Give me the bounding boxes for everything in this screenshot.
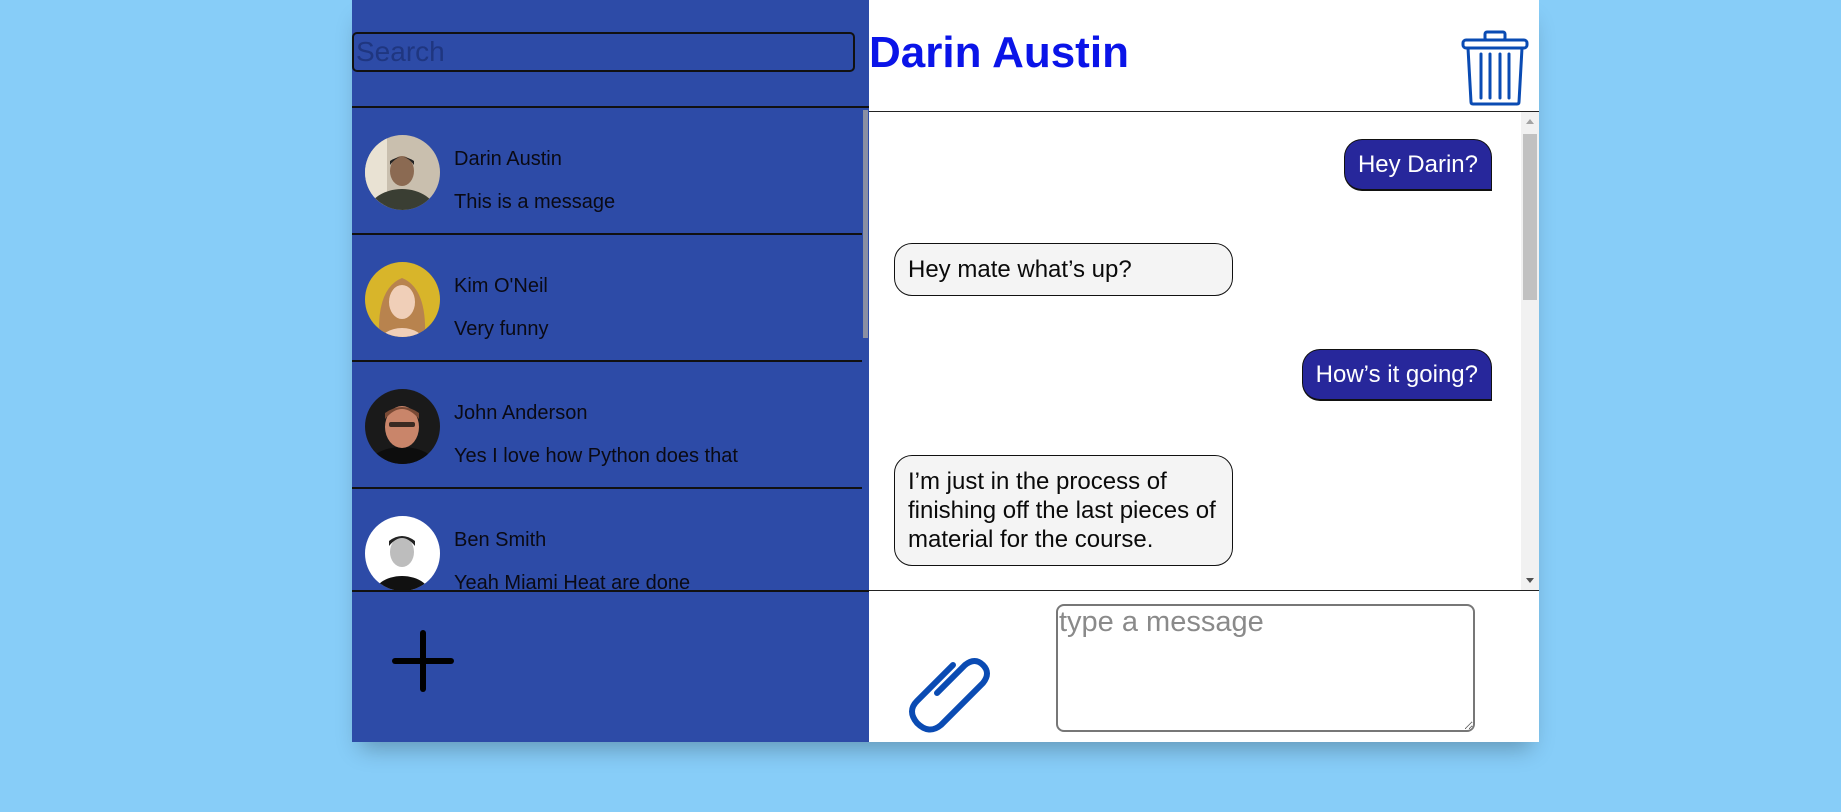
message-scrollbar[interactable] — [1521, 112, 1539, 590]
search-bar — [352, 0, 869, 108]
message-composer — [869, 590, 1539, 742]
trash-icon — [1461, 30, 1529, 106]
avatar — [365, 135, 440, 210]
conversation-name: Ben Smith — [454, 529, 547, 551]
sent-message: How’s it going? — [1301, 349, 1492, 401]
scrollbar-thumb[interactable] — [1523, 134, 1537, 300]
scroll-down-icon[interactable] — [1526, 578, 1534, 583]
scroll-up-icon[interactable] — [1526, 119, 1534, 124]
attach-button[interactable] — [903, 641, 995, 733]
chat-app: Darin Austin This is a message Kim O'Nei… — [352, 0, 1539, 742]
conversation-preview: This is a message — [454, 191, 616, 213]
conversation-item[interactable]: Kim O'Neil Very funny — [352, 235, 862, 362]
add-conversation-button[interactable] — [388, 626, 458, 696]
sidebar-footer — [352, 590, 869, 742]
conversation-item[interactable]: Ben Smith Yeah Miami Heat are done — [352, 489, 862, 590]
message-thread[interactable]: Hey Darin? Hey mate what’s up? How’s it … — [869, 112, 1539, 590]
chat-panel: Darin Austin Hey Darin? Hey mate what’s … — [869, 0, 1539, 742]
sidebar: Darin Austin This is a message Kim O'Nei… — [352, 0, 869, 742]
conversation-preview: Yes I love how Python does that — [454, 445, 738, 467]
conversation-preview: Yeah Miami Heat are done — [454, 572, 691, 590]
message-input[interactable] — [1056, 604, 1475, 732]
scrollbar-thumb[interactable] — [863, 110, 868, 338]
chat-header: Darin Austin — [869, 0, 1539, 112]
received-message: I’m just in the process of finishing off… — [894, 455, 1233, 566]
chat-title: Darin Austin — [869, 28, 1129, 77]
conversation-name: Darin Austin — [454, 148, 562, 170]
avatar — [365, 516, 440, 590]
conversation-item[interactable]: John Anderson Yes I love how Python does… — [352, 362, 862, 489]
plus-icon — [392, 630, 454, 692]
delete-conversation-button[interactable] — [1461, 30, 1529, 106]
conversation-item[interactable]: Darin Austin This is a message — [352, 108, 862, 235]
sent-message: Hey Darin? — [1343, 139, 1492, 191]
avatar — [365, 389, 440, 464]
conversation-scrollbar[interactable] — [862, 108, 869, 590]
conversation-list[interactable]: Darin Austin This is a message Kim O'Nei… — [352, 108, 869, 590]
paperclip-icon — [909, 658, 990, 733]
search-input[interactable] — [352, 32, 855, 72]
avatar — [365, 262, 440, 337]
conversation-name: Kim O'Neil — [454, 275, 548, 297]
received-message: Hey mate what’s up? — [894, 243, 1233, 296]
conversation-preview: Very funny — [454, 318, 549, 340]
conversation-name: John Anderson — [454, 402, 588, 424]
